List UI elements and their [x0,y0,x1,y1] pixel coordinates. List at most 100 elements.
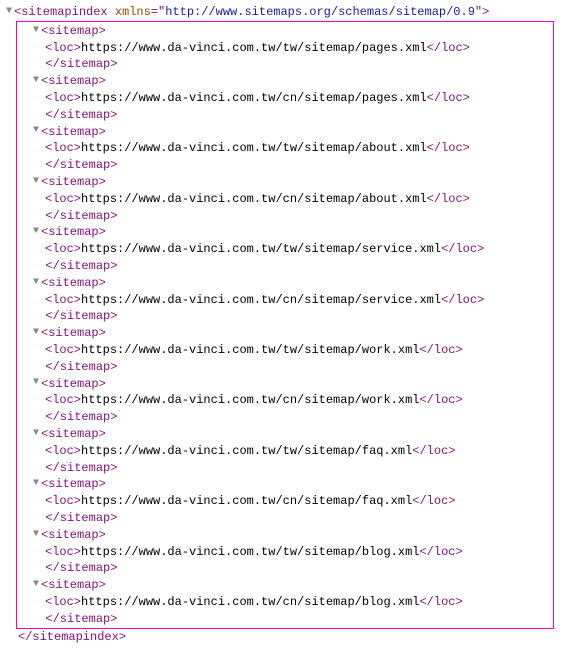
attr-value: http://www.sitemaps.org/schemas/sitemap/… [165,5,475,19]
loc-line[interactable]: <loc>https://www.da-vinci.com.tw/tw/site… [17,241,553,258]
root-close-tag: </sitemapindex> [18,630,126,644]
toggle-icon[interactable]: ▼ [31,24,41,38]
loc-close-tag: </loc> [419,595,462,609]
sitemap-close-line: </sitemap> [17,409,553,426]
root-close-line: </sitemapindex> [4,629,558,646]
loc-line[interactable]: <loc>https://www.da-vinci.com.tw/cn/site… [17,191,553,208]
toggle-icon[interactable]: ▼ [31,175,41,189]
sitemap-close-tag: </sitemap> [45,309,117,323]
loc-url: https://www.da-vinci.com.tw/cn/sitemap/a… [81,192,427,206]
loc-url: https://www.da-vinci.com.tw/cn/sitemap/b… [81,595,419,609]
sitemap-close-tag: </sitemap> [45,410,117,424]
loc-open-tag: <loc> [45,91,81,105]
loc-close-tag: </loc> [427,141,470,155]
sitemap-close-line: </sitemap> [17,308,553,325]
sitemap-open-line[interactable]: ▼<sitemap> [17,174,553,191]
loc-url: https://www.da-vinci.com.tw/cn/sitemap/f… [81,494,412,508]
sitemap-close-line: </sitemap> [17,258,553,275]
sitemap-close-line: </sitemap> [17,460,553,477]
loc-open-tag: <loc> [45,141,81,155]
sitemap-open-line[interactable]: ▼<sitemap> [17,23,553,40]
sitemap-close-tag: </sitemap> [45,612,117,626]
toggle-icon[interactable]: ▼ [31,74,41,88]
sitemap-close-tag: </sitemap> [45,511,117,525]
root-tag-name: sitemapindex [21,5,107,19]
loc-line[interactable]: <loc>https://www.da-vinci.com.tw/cn/site… [17,493,553,510]
toggle-icon[interactable]: ▼ [31,376,41,390]
toggle-icon[interactable]: ▼ [4,5,14,19]
sitemap-open-tag: <sitemap> [41,477,106,491]
attr-name: xmlns [115,5,151,19]
loc-line[interactable]: <loc>https://www.da-vinci.com.tw/cn/site… [17,292,553,309]
loc-open-tag: <loc> [45,595,81,609]
sitemap-close-tag: </sitemap> [45,57,117,71]
loc-close-tag: </loc> [441,242,484,256]
sitemap-open-tag: <sitemap> [41,24,106,38]
sitemap-close-tag: </sitemap> [45,209,117,223]
toggle-icon[interactable]: ▼ [31,124,41,138]
sitemap-open-line[interactable]: ▼<sitemap> [17,224,553,241]
loc-open-tag: <loc> [45,293,81,307]
loc-open-tag: <loc> [45,494,81,508]
loc-url: https://www.da-vinci.com.tw/cn/sitemap/p… [81,91,427,105]
loc-line[interactable]: <loc>https://www.da-vinci.com.tw/tw/site… [17,443,553,460]
loc-close-tag: </loc> [427,91,470,105]
sitemap-close-tag: </sitemap> [45,158,117,172]
sitemap-open-line[interactable]: ▼<sitemap> [17,325,553,342]
toggle-icon[interactable]: ▼ [31,578,41,592]
sitemap-close-line: </sitemap> [17,208,553,225]
sitemap-open-line[interactable]: ▼<sitemap> [17,73,553,90]
sitemap-close-line: </sitemap> [17,157,553,174]
loc-close-tag: </loc> [412,444,455,458]
loc-close-tag: </loc> [427,192,470,206]
loc-close-tag: </loc> [427,41,470,55]
loc-close-tag: </loc> [419,545,462,559]
sitemap-open-tag: <sitemap> [41,326,106,340]
loc-line[interactable]: <loc>https://www.da-vinci.com.tw/tw/site… [17,40,553,57]
sitemap-open-line[interactable]: ▼<sitemap> [17,426,553,443]
loc-url: https://www.da-vinci.com.tw/tw/sitemap/s… [81,242,441,256]
sitemap-close-tag: </sitemap> [45,108,117,122]
loc-url: https://www.da-vinci.com.tw/tw/sitemap/b… [81,545,419,559]
loc-url: https://www.da-vinci.com.tw/cn/sitemap/w… [81,393,419,407]
highlighted-region: ▼<sitemap><loc>https://www.da-vinci.com.… [16,21,554,630]
loc-line[interactable]: <loc>https://www.da-vinci.com.tw/tw/site… [17,140,553,157]
sitemap-close-line: </sitemap> [17,107,553,124]
loc-open-tag: <loc> [45,192,81,206]
loc-line[interactable]: <loc>https://www.da-vinci.com.tw/cn/site… [17,392,553,409]
loc-close-tag: </loc> [419,393,462,407]
toggle-icon[interactable]: ▼ [31,427,41,441]
sitemap-open-tag: <sitemap> [41,276,106,290]
sitemap-open-line[interactable]: ▼<sitemap> [17,476,553,493]
loc-url: https://www.da-vinci.com.tw/tw/sitemap/p… [81,41,427,55]
loc-open-tag: <loc> [45,41,81,55]
toggle-icon[interactable]: ▼ [31,528,41,542]
sitemap-open-line[interactable]: ▼<sitemap> [17,275,553,292]
root-open-line[interactable]: ▼<sitemapindex xmlns="http://www.sitemap… [4,4,558,21]
loc-open-tag: <loc> [45,444,81,458]
loc-line[interactable]: <loc>https://www.da-vinci.com.tw/tw/site… [17,342,553,359]
sitemap-close-tag: </sitemap> [45,461,117,475]
toggle-icon[interactable]: ▼ [31,477,41,491]
sitemap-close-line: </sitemap> [17,611,553,628]
sitemap-open-line[interactable]: ▼<sitemap> [17,124,553,141]
toggle-icon[interactable]: ▼ [31,276,41,290]
sitemap-open-tag: <sitemap> [41,578,106,592]
sitemap-open-tag: <sitemap> [41,74,106,88]
sitemap-open-line[interactable]: ▼<sitemap> [17,527,553,544]
sitemap-open-tag: <sitemap> [41,528,106,542]
loc-url: https://www.da-vinci.com.tw/tw/sitemap/w… [81,343,419,357]
sitemap-close-tag: </sitemap> [45,360,117,374]
loc-line[interactable]: <loc>https://www.da-vinci.com.tw/cn/site… [17,90,553,107]
sitemap-open-line[interactable]: ▼<sitemap> [17,577,553,594]
sitemap-close-tag: </sitemap> [45,259,117,273]
sitemap-open-line[interactable]: ▼<sitemap> [17,376,553,393]
toggle-icon[interactable]: ▼ [31,225,41,239]
sitemap-open-tag: <sitemap> [41,225,106,239]
sitemap-close-line: </sitemap> [17,56,553,73]
toggle-icon[interactable]: ▼ [31,326,41,340]
loc-line[interactable]: <loc>https://www.da-vinci.com.tw/tw/site… [17,544,553,561]
sitemap-open-tag: <sitemap> [41,377,106,391]
loc-line[interactable]: <loc>https://www.da-vinci.com.tw/cn/site… [17,594,553,611]
sitemap-items-container: ▼<sitemap><loc>https://www.da-vinci.com.… [17,23,553,628]
